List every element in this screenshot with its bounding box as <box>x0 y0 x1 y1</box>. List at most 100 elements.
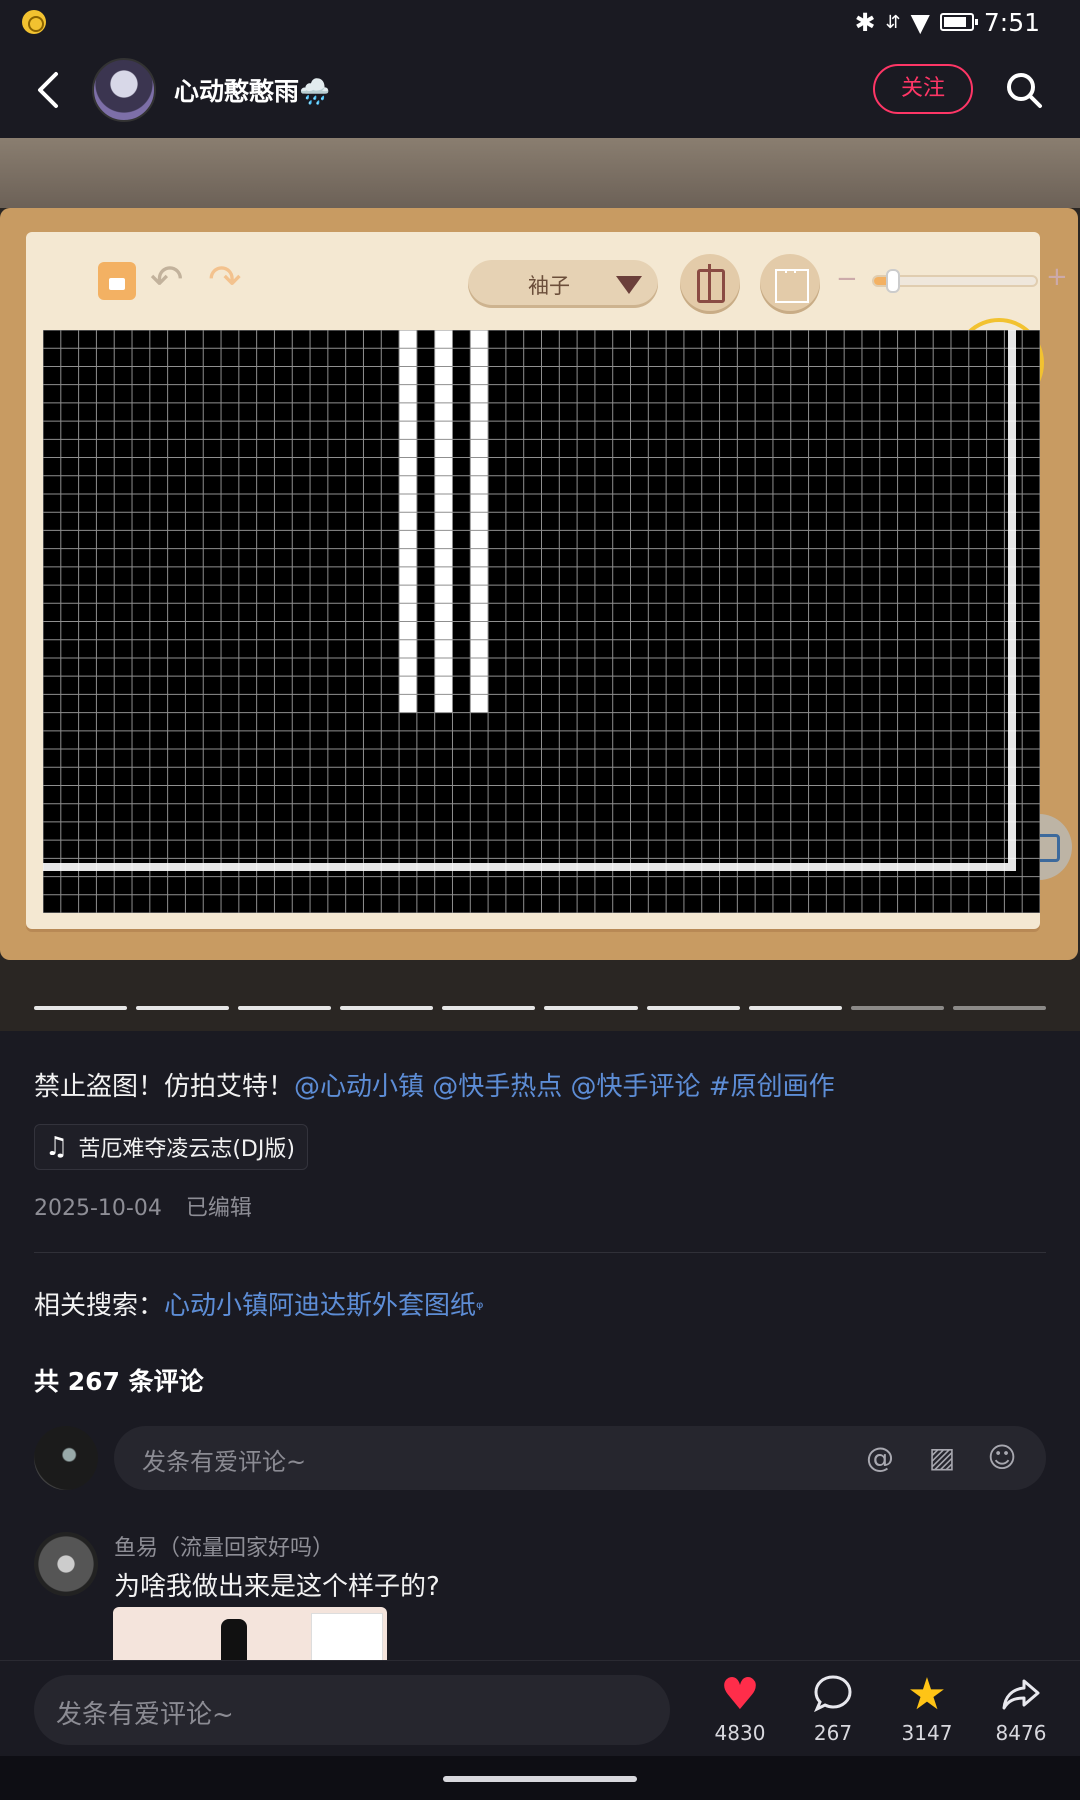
filled-cell <box>434 639 453 658</box>
home-indicator[interactable] <box>443 1776 637 1782</box>
post-meta: 2025-10-04 已编辑 <box>34 1190 252 1222</box>
back-button[interactable] <box>30 68 70 112</box>
filled-cell <box>470 384 489 403</box>
pixel-grid[interactable] <box>43 330 1040 913</box>
comment-count: 共 267 条评论 <box>34 1367 204 1396</box>
music-note-icon: ♫ <box>45 1132 69 1162</box>
filled-cell <box>470 566 489 586</box>
filled-cell <box>434 493 453 513</box>
favorite-button[interactable]: ★ 3147 <box>887 1671 967 1746</box>
filled-cell <box>434 384 453 403</box>
author-name[interactable]: 心动憨憨雨🌧️ <box>174 72 330 108</box>
clock: 7:51 <box>983 7 1040 37</box>
filled-cell <box>399 621 417 640</box>
related-link[interactable]: 心动小镇阿迪达斯外套图纸 <box>164 1291 476 1321</box>
filled-cell <box>399 384 417 403</box>
filled-cell <box>399 548 417 567</box>
part-dropdown-value: 袖子 <box>528 274 570 298</box>
filled-cell <box>399 657 417 677</box>
wifi-icon: ▼ <box>910 7 930 37</box>
filled-cell <box>434 694 453 713</box>
signal-icon: ⇵ <box>885 11 901 33</box>
comment-button[interactable]: 267 <box>793 1671 873 1745</box>
filled-cell <box>434 585 453 604</box>
filled-cell <box>399 493 417 513</box>
author-avatar[interactable] <box>92 58 156 122</box>
progress-segment <box>850 1006 944 1010</box>
mirror-toggle-button[interactable] <box>680 254 740 314</box>
progress-segment <box>136 1006 230 1010</box>
filled-cell <box>399 639 417 658</box>
zoom-in-icon[interactable]: + <box>1046 264 1068 290</box>
emoji-icon[interactable]: ☺ <box>986 1442 1018 1474</box>
music-chip[interactable]: ♫ 苦厄难夺凌云志(DJ版) <box>34 1124 308 1170</box>
progress-segment <box>544 1006 638 1010</box>
share-arrow-icon <box>981 1671 1061 1719</box>
bottom-comment-input[interactable]: 发条有爱评论~ <box>34 1675 670 1745</box>
filled-cell <box>399 366 417 385</box>
filled-cell <box>434 366 453 385</box>
filled-cell <box>470 421 489 440</box>
filled-cell <box>434 657 453 677</box>
filled-cell <box>470 330 489 349</box>
related-search: 相关搜索：心动小镇阿迪达斯外套图纸ᵠ <box>34 1285 484 1322</box>
progress-segment <box>238 1006 332 1010</box>
filled-cell <box>470 603 489 622</box>
filled-cell <box>399 475 417 494</box>
filled-cell <box>470 457 489 476</box>
share-button[interactable]: 8476 <box>981 1671 1061 1745</box>
filled-cell <box>434 548 453 567</box>
search-small-icon: ᵠ <box>476 1298 484 1319</box>
filled-cell <box>399 530 417 549</box>
filled-cell <box>470 548 489 567</box>
zoom-thumb[interactable] <box>886 269 901 293</box>
filled-cell <box>470 530 489 549</box>
post-caption: 禁止盗图！仿拍艾特！@心动小镇 @快手热点 @快手评论 #原创画作 <box>34 1066 835 1103</box>
comment-text: 为啥我做出来是这个样子的? <box>114 1572 440 1602</box>
progress-segment <box>340 1006 434 1010</box>
follow-button[interactable]: 关注 <box>873 64 973 114</box>
comment-image[interactable] <box>113 1607 387 1665</box>
filled-cell <box>399 330 417 349</box>
undo-icon[interactable]: ↶ <box>150 260 184 300</box>
filled-cell <box>399 457 417 476</box>
zoom-slider[interactable] <box>872 269 1038 293</box>
comment-input[interactable]: 发条有爱评论~ @ ▨ ☺ <box>114 1426 1046 1490</box>
commenter-name[interactable]: 鱼易（流量回家好吗） <box>114 1530 334 1562</box>
bluetooth-icon: ✱ <box>854 7 876 37</box>
commenter-avatar[interactable] <box>34 1532 98 1596</box>
filled-cell <box>434 457 453 476</box>
at-icon[interactable]: @ <box>864 1442 896 1474</box>
zoom-out-icon[interactable]: − <box>836 266 858 292</box>
filled-cell <box>399 566 417 586</box>
filled-cell <box>434 421 453 440</box>
like-count: 4830 <box>714 1721 766 1745</box>
filled-cell <box>434 676 453 695</box>
grid-toggle-button[interactable] <box>760 254 820 314</box>
heart-icon: ♥ <box>720 1669 760 1720</box>
favorite-count: 3147 <box>901 1721 953 1745</box>
part-dropdown[interactable]: 袖子 <box>468 260 658 308</box>
search-button[interactable] <box>1004 70 1044 110</box>
filled-cell <box>470 439 489 458</box>
redo-icon[interactable]: ↷ <box>208 260 242 300</box>
filled-cell <box>434 566 453 586</box>
edited-label: 已编辑 <box>185 1196 252 1221</box>
filled-cell <box>470 585 489 604</box>
divider <box>34 1252 1046 1253</box>
filled-cell <box>399 585 417 604</box>
filled-cell <box>434 439 453 458</box>
progress-segment <box>442 1006 536 1010</box>
bottom-bar: 发条有爱评论~ ♥ 4830 267 ★ 3147 8476 <box>0 1660 1080 1756</box>
pixel-grid-canvas[interactable] <box>43 330 1040 913</box>
search-icon <box>1007 73 1042 108</box>
share-count: 8476 <box>995 1721 1047 1745</box>
image-icon[interactable]: ▨ <box>926 1442 958 1474</box>
caption-tags[interactable]: @心动小镇 @快手热点 @快手评论 #原创画作 <box>294 1072 835 1102</box>
filled-cell <box>399 512 417 531</box>
save-icon[interactable] <box>98 262 136 300</box>
progress-segment <box>646 1006 740 1010</box>
filled-cell <box>434 475 453 494</box>
like-button[interactable]: ♥ 4830 <box>700 1669 780 1746</box>
filled-cell <box>470 493 489 513</box>
